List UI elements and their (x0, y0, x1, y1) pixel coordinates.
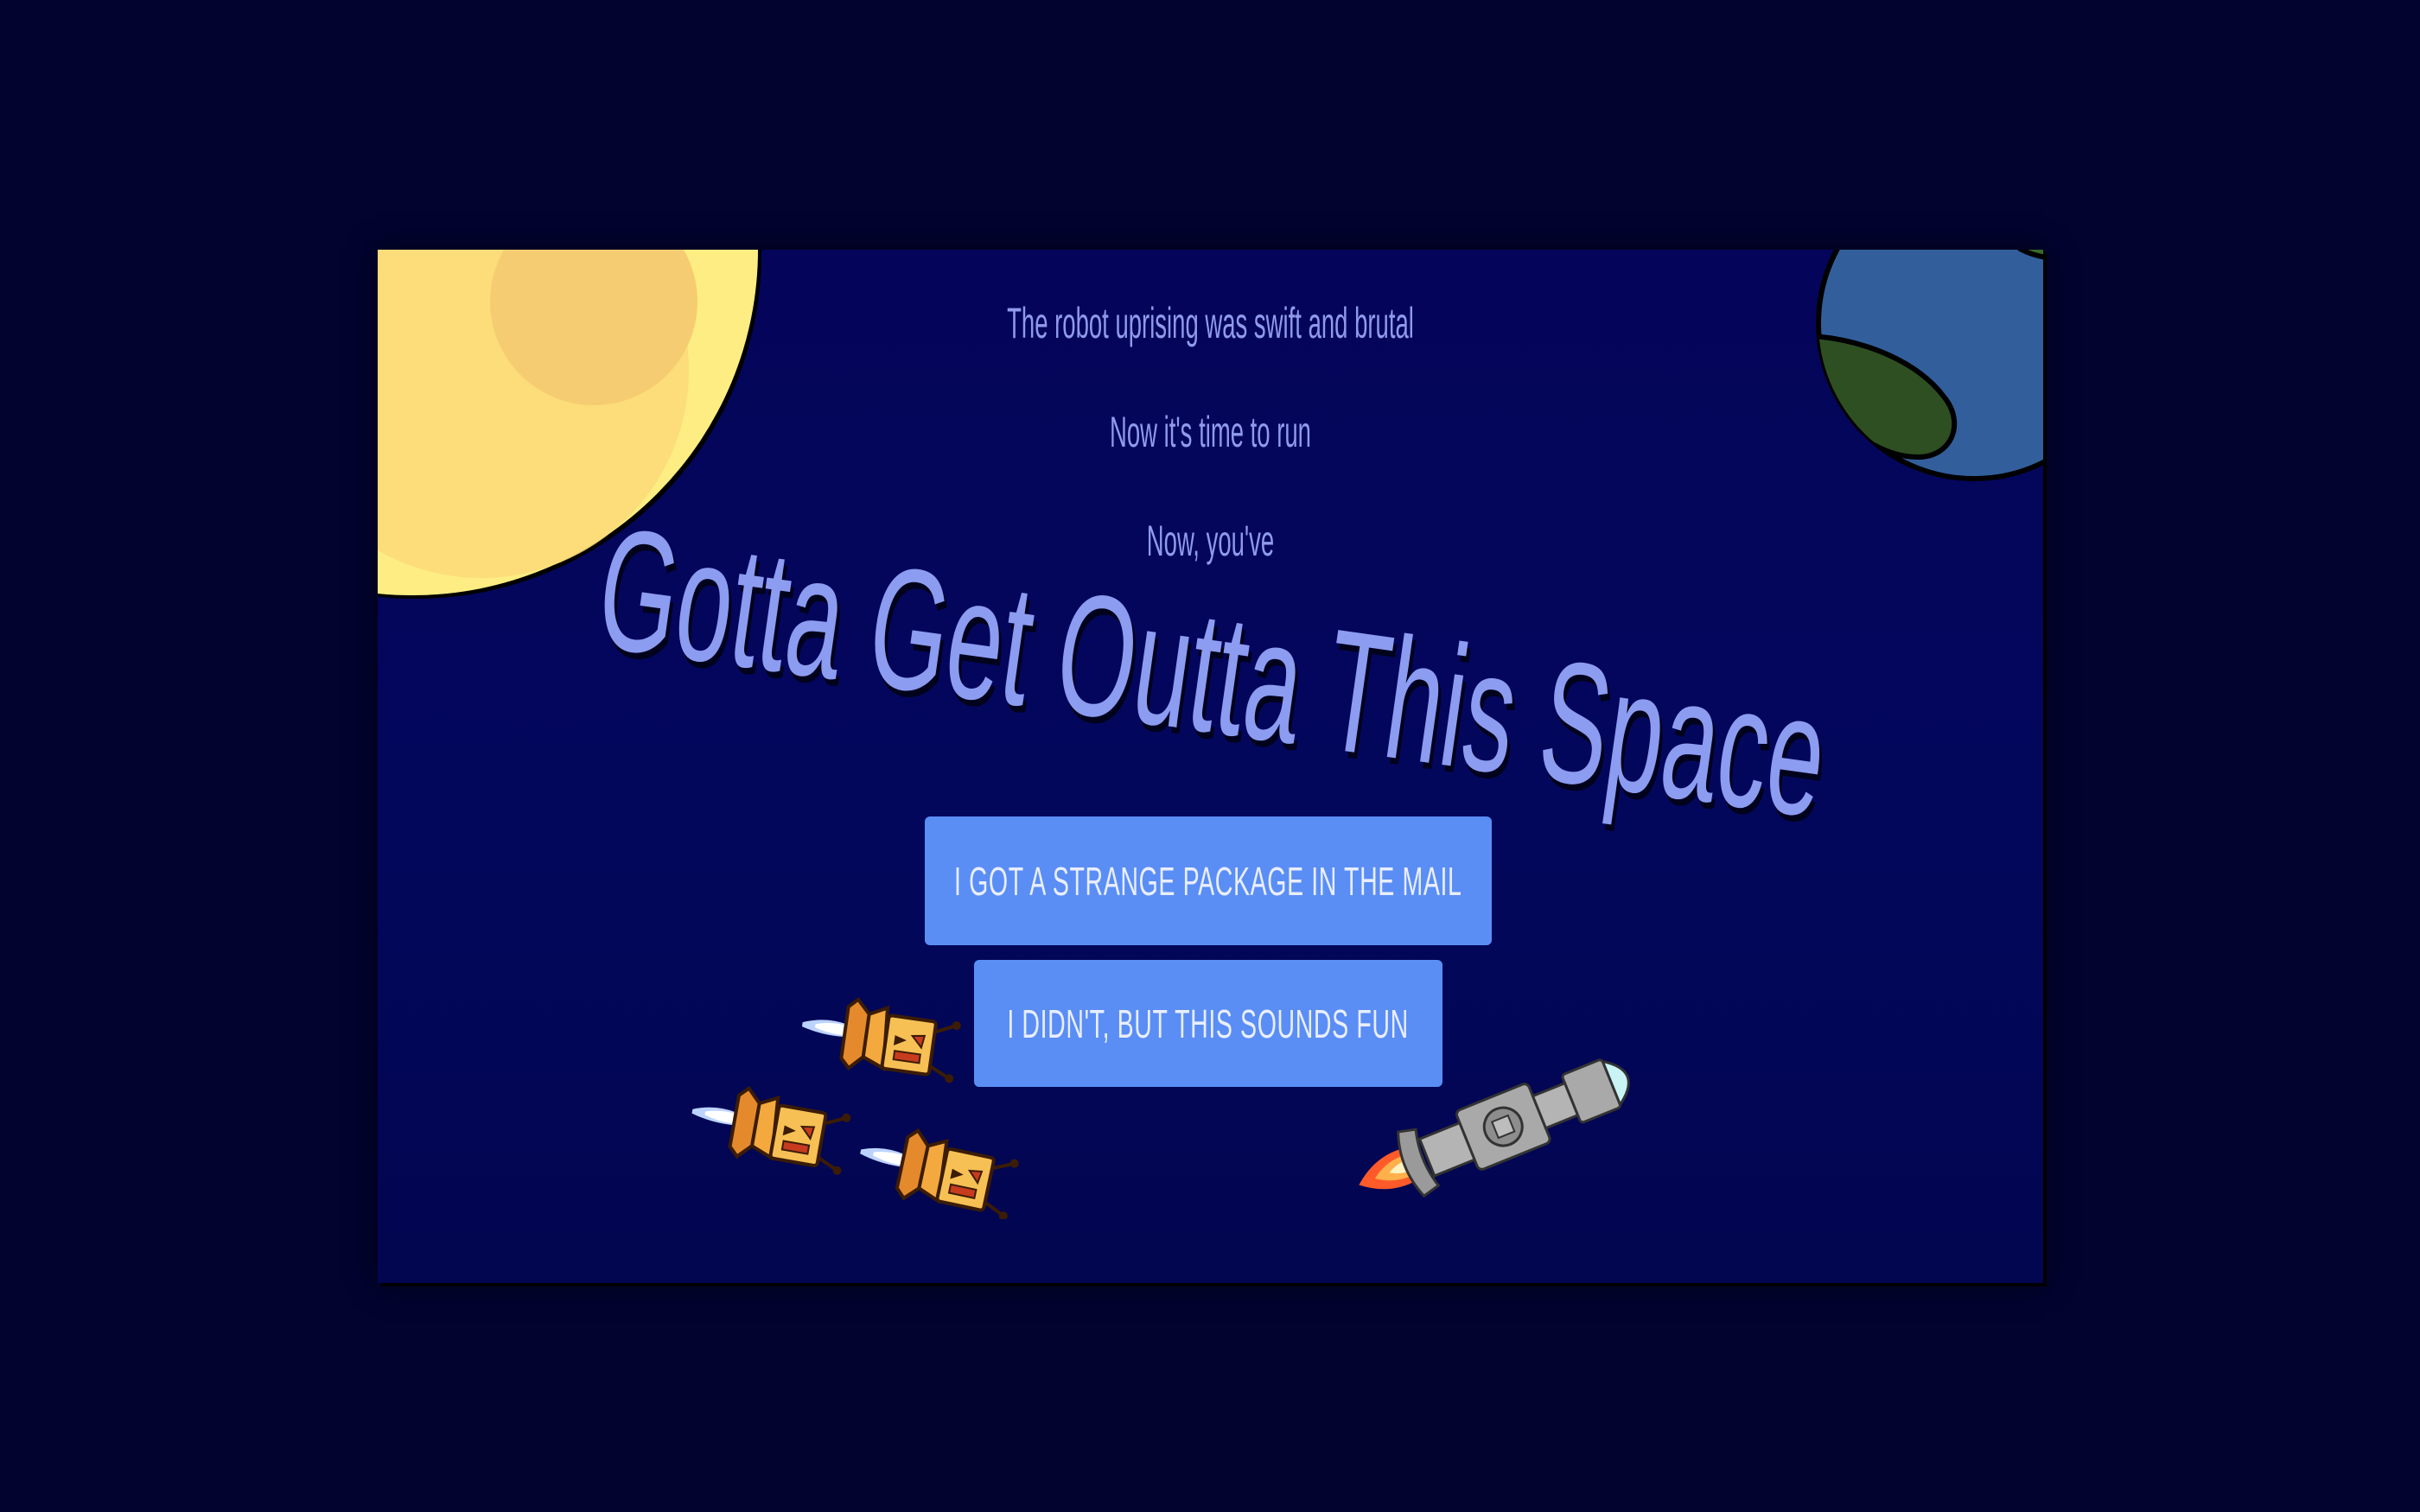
choice-1-label: I GOT A STRANGE PACKAGE IN THE MAIL (954, 858, 1462, 904)
rocket-ship-icon (1359, 1058, 1630, 1198)
story-line-2: Now it's time to run (1110, 408, 1311, 456)
story-line-3: Now, you've (1146, 517, 1275, 565)
game-scene: The robot uprising was swift and brutal … (378, 250, 2043, 1283)
robot-ship-icon (691, 1085, 851, 1175)
robot-ship-icon (801, 997, 961, 1083)
sun-icon (378, 250, 758, 595)
robot-ship-icon (860, 1128, 1019, 1219)
earth-icon (1816, 250, 2043, 481)
story-line-1: The robot uprising was swift and brutal (1007, 299, 1414, 347)
choice-strange-package-button[interactable]: I GOT A STRANGE PACKAGE IN THE MAIL (925, 816, 1492, 945)
